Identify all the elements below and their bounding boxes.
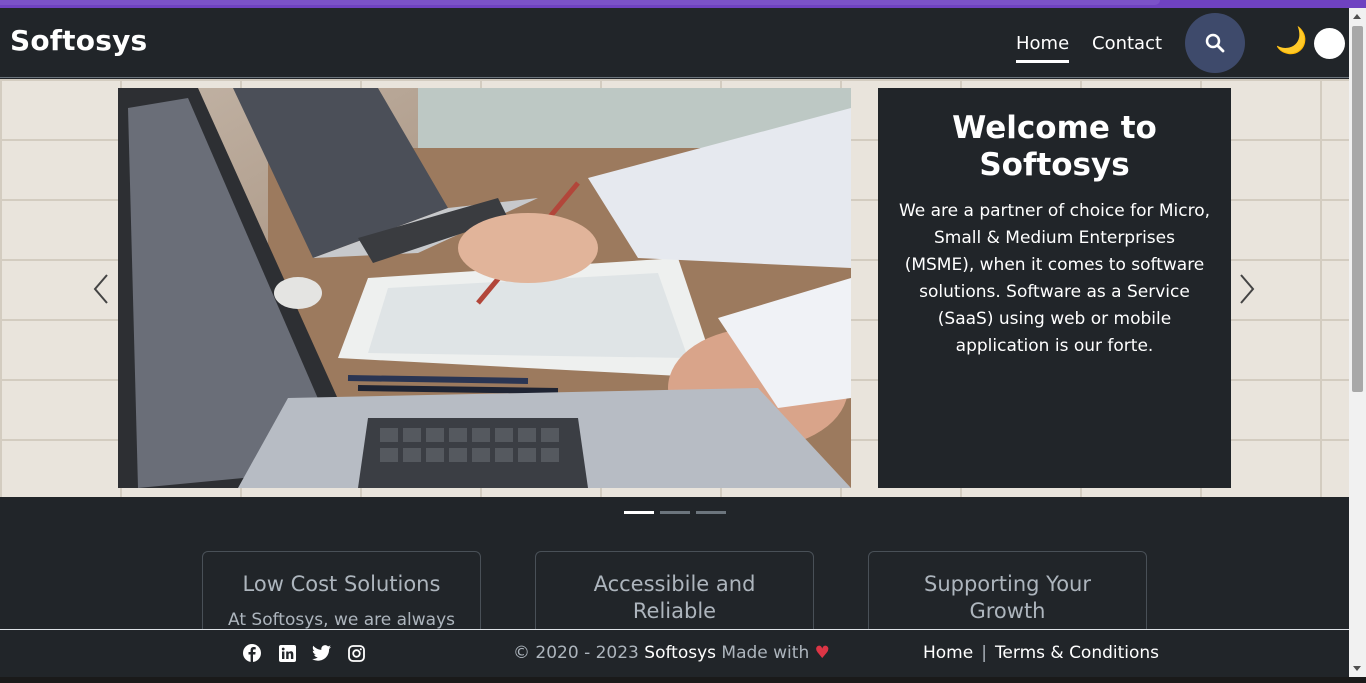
scroll-down-arrow-icon[interactable] [1353, 666, 1361, 671]
copyright-text: © 2020 - 2023 Softosys Made with ♥ [513, 643, 830, 663]
twitter-link[interactable] [311, 643, 331, 663]
footer: © 2020 - 2023 Softosys Made with ♥ Home |… [0, 629, 1349, 677]
footer-links: Home | Terms & Conditions [923, 643, 1159, 663]
instagram-icon [347, 644, 365, 662]
page-scrollbar[interactable] [1349, 8, 1366, 677]
made-with-text: Made with [721, 643, 810, 663]
chevron-right-icon [1240, 274, 1255, 304]
feature-card: Accessibile and Reliable [535, 551, 814, 629]
carousel-prev-button[interactable] [86, 269, 116, 309]
os-taskbar [0, 677, 1366, 683]
search-icon [1205, 33, 1225, 53]
welcome-title: Welcome to Softosys [952, 110, 1157, 183]
welcome-box: Welcome to Softosys We are a partner of … [878, 88, 1231, 488]
linkedin-link[interactable] [277, 643, 297, 663]
hero-image [118, 88, 851, 488]
facebook-icon [243, 644, 261, 662]
footer-separator: | [981, 643, 987, 663]
feature-cards: Low Cost Solutions At Softosys, we are a… [0, 551, 1349, 629]
feature-title: Accessibile and Reliable [593, 572, 756, 623]
carousel-indicators [624, 511, 726, 514]
scroll-thumb[interactable] [1352, 26, 1363, 392]
welcome-text: We are a partner of choice for Micro, Sm… [898, 201, 1211, 356]
feature-title: Supporting Your Growth [924, 572, 1091, 623]
scroll-up-arrow-icon[interactable] [1353, 14, 1361, 19]
nav-contact-link[interactable]: Contact [1092, 33, 1162, 54]
linkedin-icon [278, 644, 296, 662]
facebook-link[interactable] [242, 643, 262, 663]
instagram-link[interactable] [346, 643, 366, 663]
footer-terms-link[interactable]: Terms & Conditions [995, 643, 1159, 663]
footer-brand: Softosys [644, 643, 716, 663]
moon-icon: 🌙 [1275, 26, 1308, 56]
chevron-left-icon [93, 274, 108, 304]
search-button[interactable] [1185, 13, 1245, 73]
navbar: Softosys Home Contact 🌙 [0, 8, 1349, 78]
feature-title: Low Cost Solutions [242, 572, 441, 596]
carousel-indicator[interactable] [696, 511, 726, 514]
feature-card: Low Cost Solutions At Softosys, we are a… [202, 551, 481, 629]
carousel-indicator[interactable] [624, 511, 654, 514]
nav-home-link[interactable]: Home [1016, 33, 1070, 63]
theme-toggle[interactable] [1314, 28, 1345, 59]
carousel-indicator[interactable] [660, 511, 690, 514]
top-accent-bar [0, 0, 1366, 8]
carousel-next-button[interactable] [1232, 269, 1262, 309]
feature-card: Supporting Your Growth [868, 551, 1147, 629]
heart-icon: ♥ [814, 643, 830, 663]
brand-logo[interactable]: Softosys [10, 24, 147, 57]
copyright-years: © 2020 - 2023 [513, 643, 639, 663]
hero-carousel: Welcome to Softosys We are a partner of … [0, 79, 1349, 497]
feature-text: At Softosys, we are always [228, 610, 455, 629]
twitter-icon [311, 645, 331, 661]
footer-home-link[interactable]: Home [923, 643, 973, 663]
